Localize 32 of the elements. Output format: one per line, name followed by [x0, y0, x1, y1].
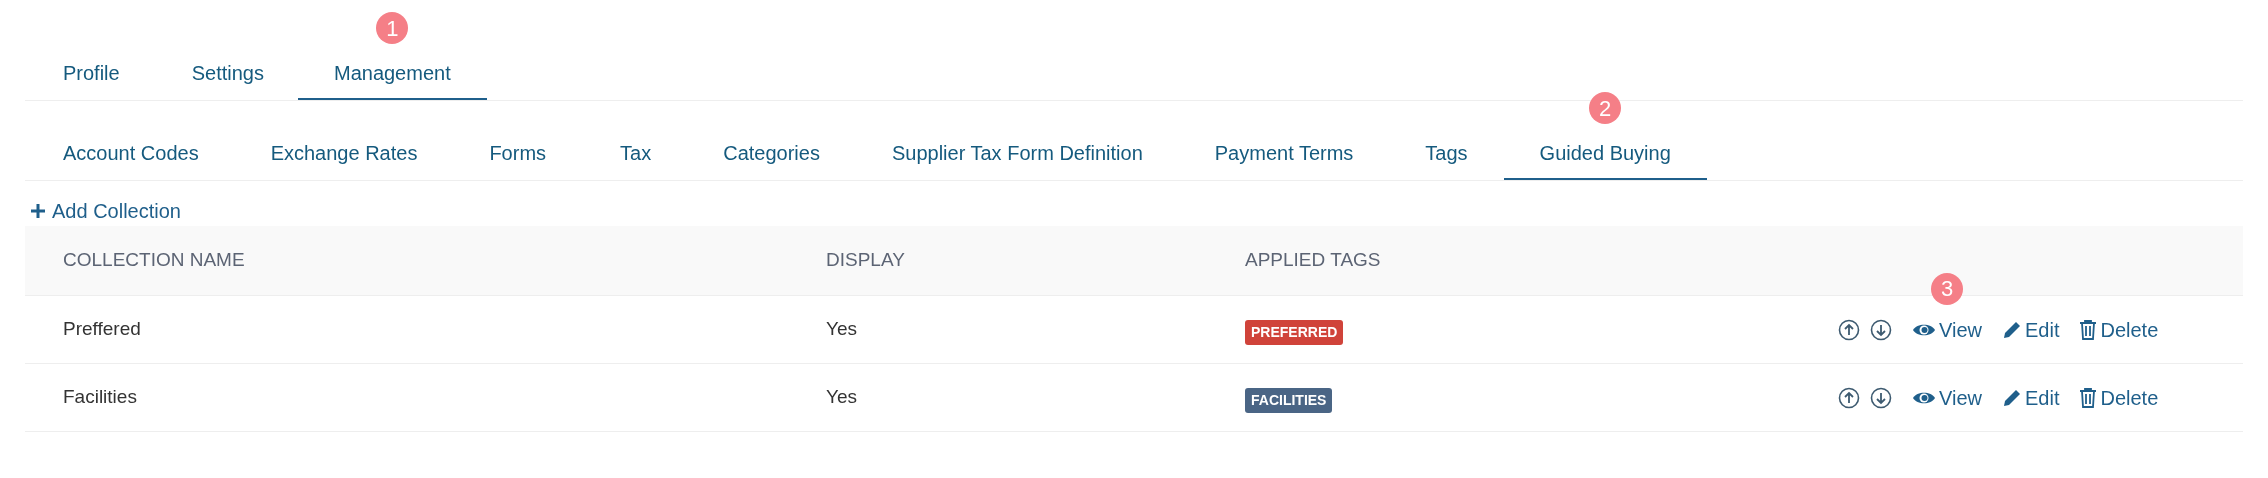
tab[interactable]: Categories [687, 128, 856, 180]
delete-link[interactable]: Delete [2079, 314, 2159, 345]
tab[interactable]: Profile [25, 48, 158, 100]
plus-icon [30, 203, 46, 219]
edit-link[interactable]: Edit [2002, 382, 2060, 413]
tab[interactable]: Tax [584, 128, 688, 180]
tab[interactable]: Payment Terms [1178, 128, 1390, 180]
tab[interactable]: Tags [1389, 128, 1504, 180]
view-link[interactable]: View [1912, 382, 1982, 413]
pencil-icon [2002, 387, 2022, 408]
tab[interactable]: Supplier Tax Form Definition [855, 128, 1179, 180]
edit-link[interactable]: Edit [2002, 314, 2060, 345]
tag-badge: PREFERRED [1245, 320, 1344, 345]
pencil-icon [2002, 319, 2022, 340]
column-header: APPLIED TAGS [1245, 248, 1382, 273]
tab[interactable]: Exchange Rates [236, 128, 452, 180]
tab[interactable]: Settings [157, 48, 298, 100]
step-marker: 1 [376, 12, 409, 44]
step-marker: 2 [1589, 92, 1622, 124]
table-cell-text: Facilities [63, 385, 138, 410]
column-header: COLLECTION NAME [63, 248, 246, 273]
trash-icon [2079, 319, 2098, 340]
add-collection-button[interactable]: Add Collection [25, 196, 181, 226]
table-cell-text: Yes [826, 317, 858, 342]
table-cell-text: Preffered [63, 317, 142, 342]
table-cell-text: Yes [826, 385, 858, 410]
tag-badge: FACILITIES [1245, 388, 1333, 413]
column-header: DISPLAY [826, 248, 906, 273]
tab[interactable]: Account Codes [25, 128, 237, 180]
tab[interactable]: Forms [451, 128, 585, 180]
trash-icon [2079, 387, 2098, 408]
delete-link[interactable]: Delete [2079, 382, 2159, 413]
